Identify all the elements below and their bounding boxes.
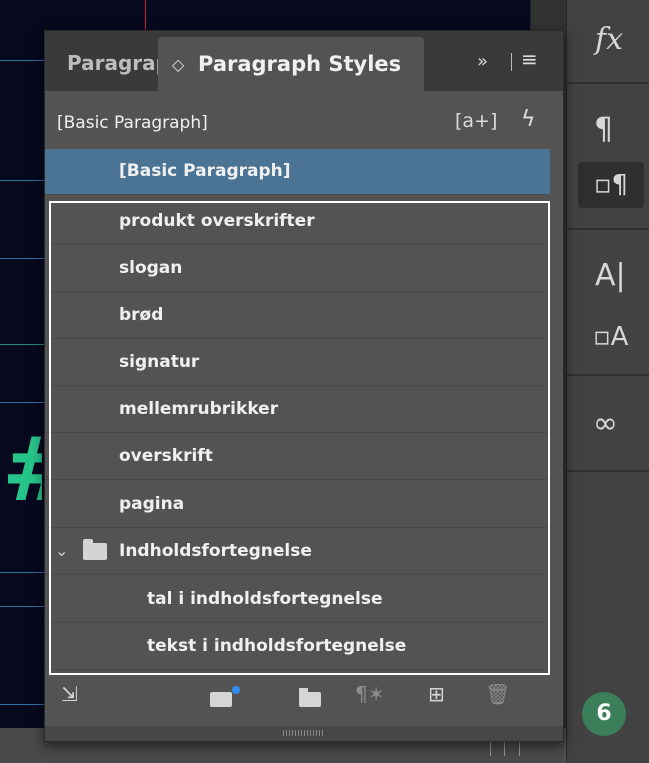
- dock-divider: [567, 228, 649, 230]
- dock-divider: [567, 374, 649, 376]
- canvas-glyph: #: [2, 420, 42, 520]
- style-label: overskrift: [119, 446, 213, 466]
- paragraph-icon[interactable]: ¶: [594, 112, 613, 147]
- style-row[interactable]: signatur: [45, 340, 550, 386]
- tab-divider: [511, 53, 512, 71]
- tab-arrows-icon: ◇: [172, 55, 185, 74]
- step-badge: 6: [582, 692, 626, 736]
- style-label: [Basic Paragraph]: [119, 161, 291, 181]
- style-label: slogan: [119, 258, 183, 278]
- style-row[interactable]: brød: [45, 293, 550, 339]
- character-icon[interactable]: A|: [595, 258, 626, 293]
- panel-tabbar: Paragraph ◇ Paragraph Styles » ≡: [45, 31, 563, 93]
- style-row[interactable]: tal i indholdsfortegnelse: [45, 577, 550, 623]
- links-icon[interactable]: ∞: [593, 406, 618, 441]
- style-label: brød: [119, 305, 164, 325]
- resize-grip[interactable]: [45, 726, 563, 741]
- new-override-icon[interactable]: [a+]: [455, 110, 497, 132]
- grip-lines: [283, 730, 323, 736]
- guide-line: [145, 0, 146, 30]
- collapse-panel-button[interactable]: »: [477, 51, 488, 72]
- style-label: mellemrubrikker: [119, 399, 279, 419]
- guide-line: [0, 344, 44, 345]
- guide-line: [0, 402, 44, 403]
- fx-icon[interactable]: fx: [595, 22, 623, 57]
- panel-dock: fx ¶ ▫¶ A| ▫A ∞ 6: [566, 0, 649, 763]
- guide-line: [0, 606, 44, 607]
- new-style-group-icon[interactable]: [299, 688, 321, 707]
- style-label: signatur: [119, 352, 200, 372]
- style-row-basic-paragraph[interactable]: [Basic Paragraph]: [45, 149, 550, 195]
- current-style-row: [Basic Paragraph] [a+] ϟ: [45, 93, 563, 157]
- guide-line: [0, 180, 44, 181]
- style-group-row[interactable]: ⌄ Indholdsfortegnelse: [45, 529, 550, 575]
- current-style-label: [Basic Paragraph]: [57, 113, 208, 133]
- paragraph-styles-panel: Paragraph ◇ Paragraph Styles » ≡ [Basic …: [44, 30, 564, 742]
- create-new-style-icon[interactable]: ⊞: [428, 682, 445, 706]
- clear-overrides-icon[interactable]: ¶✶: [355, 682, 384, 706]
- style-row[interactable]: overskrift: [45, 434, 550, 480]
- style-label: produkt overskrifter: [119, 211, 315, 231]
- panel-menu-button[interactable]: ≡: [521, 47, 538, 71]
- style-label: pagina: [119, 494, 185, 514]
- new-style-group-from-quick-apply-icon[interactable]: [210, 686, 240, 707]
- guide-line: [0, 258, 44, 259]
- guide-line: [0, 60, 44, 61]
- style-label: tekst i indholdsfortegnelse: [147, 636, 407, 656]
- delete-style-icon[interactable]: 🗑: [485, 682, 510, 706]
- guide-line: [0, 704, 44, 705]
- character-styles-icon[interactable]: ▫A: [593, 322, 628, 352]
- chevron-down-icon[interactable]: ⌄: [55, 541, 68, 560]
- folder-icon: [83, 539, 107, 560]
- tab-paragraph[interactable]: Paragraph: [67, 51, 167, 75]
- dock-divider: [567, 82, 649, 84]
- group-label: Indholdsfortegnelse: [119, 541, 312, 561]
- dock-divider: [567, 470, 649, 472]
- style-row[interactable]: pagina: [45, 482, 550, 528]
- tab-label: Paragraph Styles: [198, 52, 402, 76]
- quick-apply-icon[interactable]: ϟ: [521, 107, 536, 132]
- load-styles-icon[interactable]: ⇲: [61, 682, 78, 706]
- tab-paragraph-styles[interactable]: ◇ Paragraph Styles: [158, 37, 424, 93]
- style-row[interactable]: produkt overskrifter: [45, 199, 550, 245]
- paragraph-styles-icon[interactable]: ▫¶: [578, 162, 644, 208]
- panel-footer: ⇲ ¶✶ ⊞ 🗑: [45, 676, 563, 726]
- style-row[interactable]: tekst i indholdsfortegnelse: [45, 624, 550, 670]
- style-row[interactable]: mellemrubrikker: [45, 387, 550, 433]
- style-row[interactable]: slogan: [45, 246, 550, 292]
- style-label: tal i indholdsfortegnelse: [147, 589, 383, 609]
- guide-line: [0, 572, 44, 573]
